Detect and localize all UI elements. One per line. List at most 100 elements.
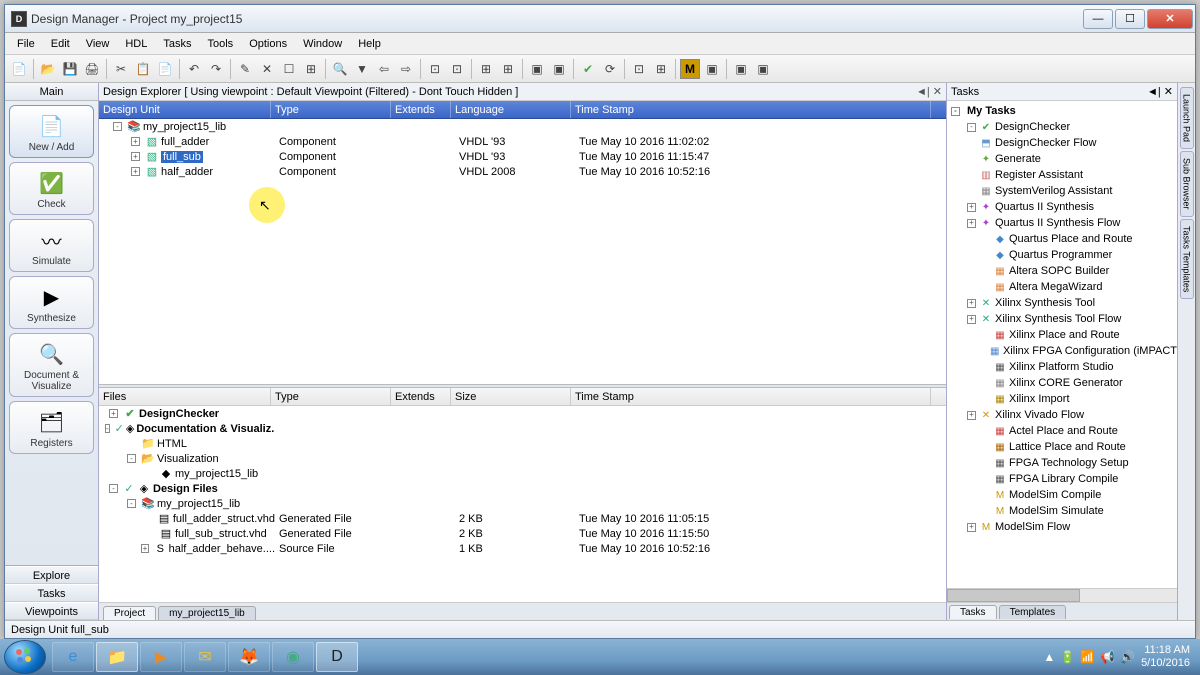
clock[interactable]: 11:18 AM 5/10/2016: [1141, 644, 1190, 670]
tree-toggle-icon[interactable]: +: [967, 523, 976, 532]
task-item[interactable]: +✦Quartus II Synthesis: [947, 199, 1177, 215]
start-button[interactable]: [4, 640, 46, 674]
menu-tools[interactable]: Tools: [200, 36, 242, 52]
tb-icon12[interactable]: ▣: [753, 59, 773, 79]
vtab-tasks-templates[interactable]: Tasks Templates: [1180, 219, 1194, 299]
vtab-sub-browser[interactable]: Sub Browser: [1180, 151, 1194, 217]
task-item[interactable]: ▦Xilinx FPGA Configuration (iMPACT: [947, 343, 1177, 359]
task-item[interactable]: +MModelSim Flow: [947, 519, 1177, 535]
open-icon[interactable]: 📂: [38, 59, 58, 79]
tree-toggle-icon[interactable]: +: [967, 411, 976, 420]
tb-icon9[interactable]: ⊞: [651, 59, 671, 79]
sidebar-tab-viewpoints[interactable]: Viewpoints: [5, 602, 98, 620]
menu-view[interactable]: View: [78, 36, 118, 52]
tree-toggle-icon[interactable]: -: [105, 424, 110, 433]
task-item[interactable]: ◆Quartus Place and Route: [947, 231, 1177, 247]
taskbar-app[interactable]: 🦊: [228, 642, 270, 672]
sidebar-item-new-add[interactable]: 📄New / Add: [9, 105, 94, 158]
tree-toggle-icon[interactable]: -: [109, 484, 118, 493]
check-icon[interactable]: ✔: [578, 59, 598, 79]
tree-toggle-icon[interactable]: +: [967, 315, 976, 324]
tree-toggle-icon[interactable]: -: [127, 454, 136, 463]
sidebar-item-registers[interactable]: 🗂Registers: [9, 401, 94, 454]
minimize-button[interactable]: —: [1083, 9, 1113, 29]
task-item[interactable]: +✦Quartus II Synthesis Flow: [947, 215, 1177, 231]
sidebar-tab-explore[interactable]: Explore: [5, 566, 98, 584]
tb-icon10[interactable]: ▣: [702, 59, 722, 79]
tree-toggle-icon[interactable]: +: [109, 409, 118, 418]
edit-icon[interactable]: ✎: [235, 59, 255, 79]
redo-icon[interactable]: ↷: [206, 59, 226, 79]
tab-project[interactable]: Project: [103, 606, 156, 620]
tb-icon8[interactable]: ⊡: [629, 59, 649, 79]
task-item[interactable]: MModelSim Simulate: [947, 503, 1177, 519]
menu-hdl[interactable]: HDL: [117, 36, 155, 52]
taskbar-app[interactable]: ✉: [184, 642, 226, 672]
task-item[interactable]: ⬒DesignChecker Flow: [947, 135, 1177, 151]
task-item[interactable]: ▦FPGA Technology Setup: [947, 455, 1177, 471]
column-header[interactable]: Extends: [391, 388, 451, 405]
pin-icon[interactable]: ◄|: [916, 83, 930, 101]
vtab-launch-pad[interactable]: Launch Pad: [1180, 87, 1194, 149]
undo-icon[interactable]: ↶: [184, 59, 204, 79]
file-row[interactable]: +✔DesignChecker: [99, 406, 946, 421]
task-item[interactable]: ▦Xilinx CORE Generator: [947, 375, 1177, 391]
column-header[interactable]: Files: [99, 388, 271, 405]
tb-icon3[interactable]: ⊞: [476, 59, 496, 79]
back-icon[interactable]: ⇦: [374, 59, 394, 79]
menu-help[interactable]: Help: [350, 36, 389, 52]
tree-toggle-icon[interactable]: +: [967, 203, 976, 212]
task-item[interactable]: ▦Xilinx Place and Route: [947, 327, 1177, 343]
sidebar-item-simulate[interactable]: 〰Simulate: [9, 219, 94, 272]
task-item[interactable]: ▦Xilinx Import: [947, 391, 1177, 407]
taskbar-app[interactable]: ▶: [140, 642, 182, 672]
task-item[interactable]: ▦Xilinx Platform Studio: [947, 359, 1177, 375]
menu-window[interactable]: Window: [295, 36, 350, 52]
explorer-tree[interactable]: ↖ -📚my_project15_lib+▧full_adderComponen…: [99, 119, 946, 384]
pin-icon[interactable]: ◄|: [1147, 86, 1161, 98]
taskbar-app[interactable]: e: [52, 642, 94, 672]
tasks-hscroll[interactable]: [947, 588, 1177, 602]
tree-toggle-icon[interactable]: +: [131, 137, 140, 146]
tree-toggle-icon[interactable]: +: [131, 167, 140, 176]
taskbar-app[interactable]: ◉: [272, 642, 314, 672]
task-item[interactable]: ◆Quartus Programmer: [947, 247, 1177, 263]
file-row[interactable]: -✓◈Design Files: [99, 481, 946, 496]
tb-icon6[interactable]: ▣: [549, 59, 569, 79]
find-icon[interactable]: 🔍: [330, 59, 350, 79]
tb-icon5[interactable]: ▣: [527, 59, 547, 79]
tree-row[interactable]: +▧half_adderComponentVHDL 2008Tue May 10…: [99, 164, 946, 179]
tb-icon4[interactable]: ⊞: [498, 59, 518, 79]
task-item[interactable]: MModelSim Compile: [947, 487, 1177, 503]
tree-toggle-icon[interactable]: -: [127, 499, 136, 508]
save-icon[interactable]: 💾: [60, 59, 80, 79]
tree-toggle-icon[interactable]: +: [967, 219, 976, 228]
tree-icon[interactable]: ⊞: [301, 59, 321, 79]
props-icon[interactable]: ☐: [279, 59, 299, 79]
task-item[interactable]: ▦FPGA Library Compile: [947, 471, 1177, 487]
tasks-body[interactable]: - My Tasks -✔DesignChecker⬒DesignChecker…: [947, 101, 1177, 588]
tree-toggle-icon[interactable]: +: [967, 299, 976, 308]
column-header[interactable]: Time Stamp: [571, 101, 931, 118]
collapse-icon[interactable]: -: [951, 107, 960, 116]
task-item[interactable]: ✦Generate: [947, 151, 1177, 167]
delete-icon[interactable]: ✕: [257, 59, 277, 79]
tray-icon[interactable]: 🔋: [1060, 650, 1075, 664]
task-item[interactable]: +✕Xilinx Vivado Flow: [947, 407, 1177, 423]
paste-icon[interactable]: 📄: [155, 59, 175, 79]
file-row[interactable]: -📂Visualization: [99, 451, 946, 466]
task-item[interactable]: -✔DesignChecker: [947, 119, 1177, 135]
tree-toggle-icon[interactable]: -: [113, 122, 122, 131]
column-header[interactable]: Design Unit: [99, 101, 271, 118]
file-row[interactable]: 📁HTML: [99, 436, 946, 451]
new-icon[interactable]: 📄: [9, 59, 29, 79]
task-item[interactable]: ▦Actel Place and Route: [947, 423, 1177, 439]
fwd-icon[interactable]: ⇨: [396, 59, 416, 79]
tb-icon2[interactable]: ⊡: [447, 59, 467, 79]
file-row[interactable]: +Shalf_adder_behave....Source File1 KBTu…: [99, 541, 946, 556]
sidebar-tab-tasks[interactable]: Tasks: [5, 584, 98, 602]
tb-icon11[interactable]: ▣: [731, 59, 751, 79]
tab-tasks[interactable]: Tasks: [949, 605, 997, 619]
tray-icon[interactable]: 📶: [1080, 650, 1095, 664]
copy-icon[interactable]: 📋: [133, 59, 153, 79]
